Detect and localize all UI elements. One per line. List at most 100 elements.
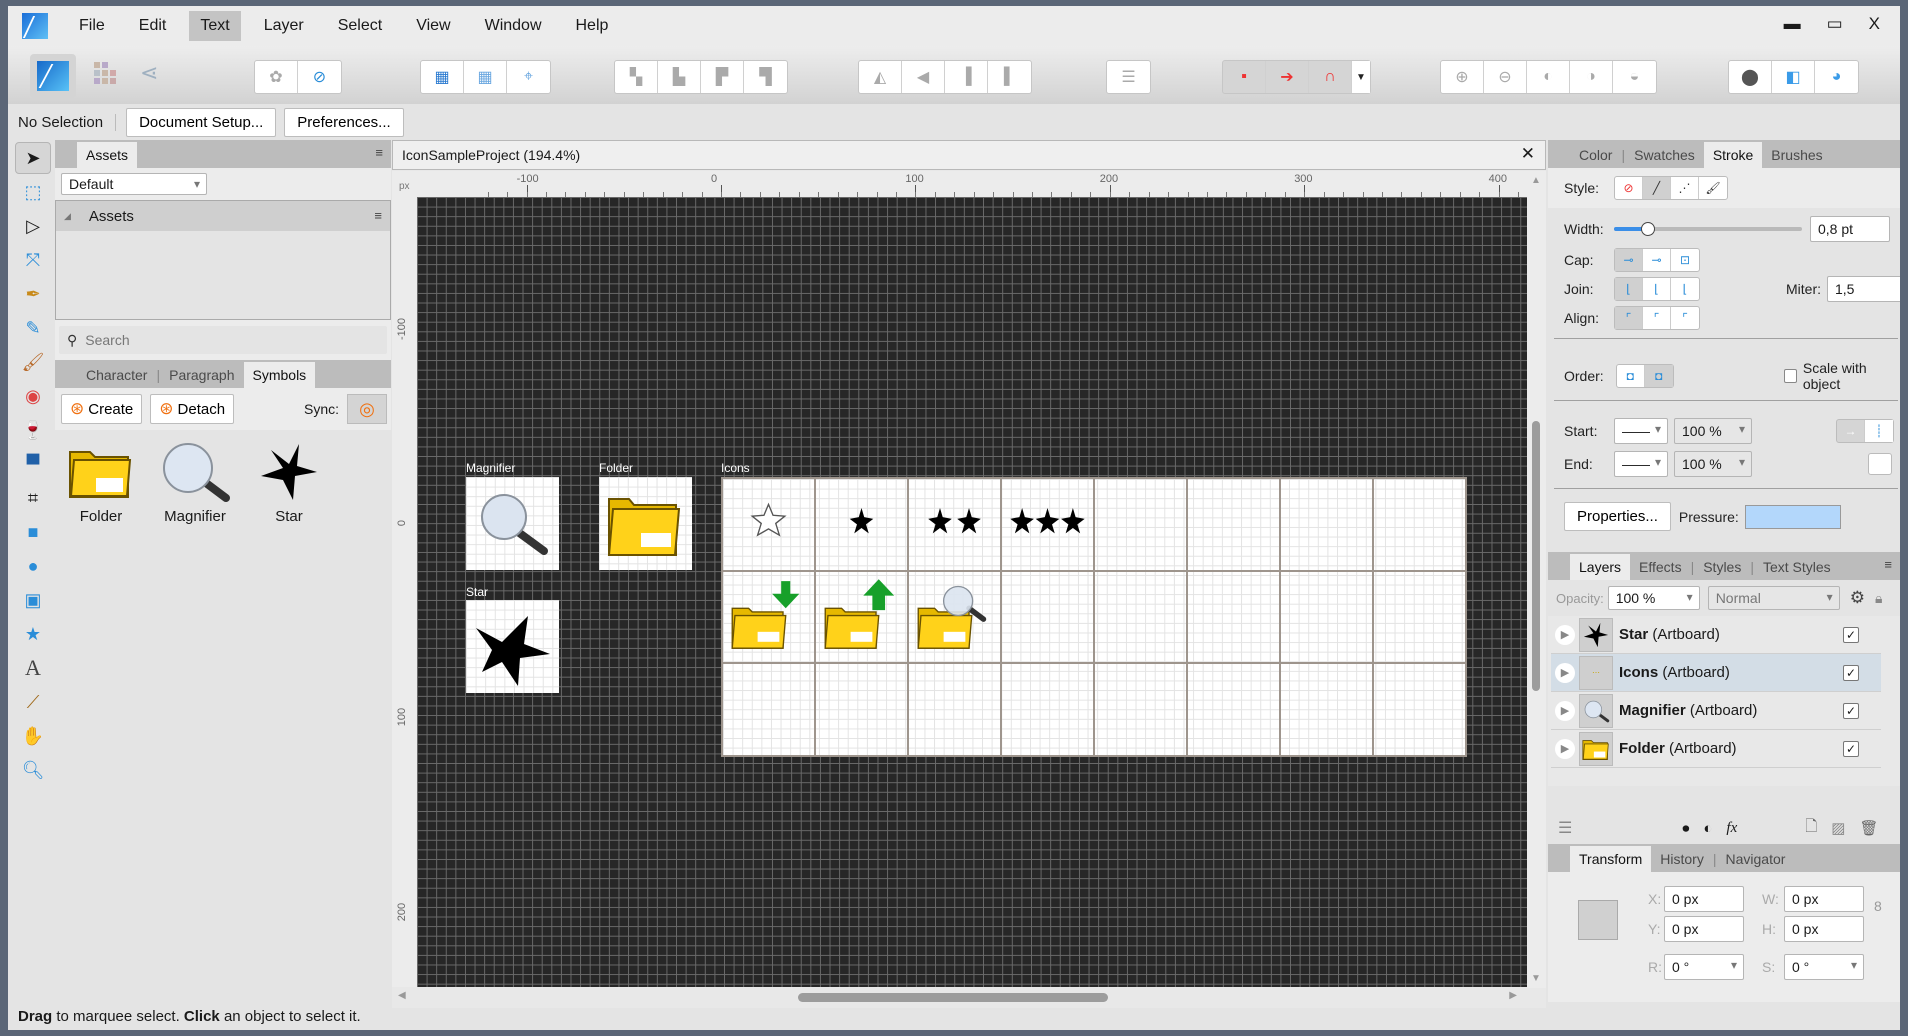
layer-row[interactable]: ▶ Magnifier (Artboard) ✓ (1551, 692, 1881, 730)
align-center-icon[interactable]: ⌜ (1643, 307, 1671, 329)
icon-cell[interactable] (1374, 479, 1467, 572)
icon-cell[interactable] (1095, 479, 1188, 572)
menu-window[interactable]: Window (474, 11, 553, 41)
designer-persona-button[interactable] (30, 54, 76, 98)
layer-row[interactable]: ▶ ⋯ Icons (Artboard) ✓ (1551, 654, 1881, 692)
vertical-scroll-thumb[interactable] (1532, 421, 1540, 691)
no-stroke-icon[interactable]: ⊘ (1615, 177, 1643, 199)
align-outside-icon[interactable]: ⌜ (1671, 307, 1699, 329)
isolate-icon[interactable]: ✿ (255, 61, 298, 93)
tab-swatches[interactable]: Swatches (1625, 142, 1704, 168)
width-slider[interactable] (1614, 222, 1802, 236)
insert-behind-icon[interactable]: ⬤ (1729, 61, 1772, 93)
width-input[interactable]: 0,8 pt (1810, 216, 1890, 242)
h-input[interactable]: 0 px (1784, 916, 1864, 942)
expand-layer-icon[interactable]: ▶ (1555, 738, 1575, 759)
tab-assets[interactable]: Assets (77, 142, 138, 168)
icon-cell[interactable] (1095, 571, 1188, 665)
link-icon[interactable]: 8 (1874, 898, 1882, 914)
layer-visibility-checkbox[interactable]: ✓ (1843, 740, 1859, 757)
tab-stroke[interactable]: Stroke (1703, 142, 1763, 168)
sync-toggle-button[interactable]: ◎ (347, 394, 387, 424)
icon-cell[interactable] (909, 479, 1002, 572)
preferences-button[interactable]: Preferences... (284, 107, 404, 137)
tab-transform[interactable]: Transform (1570, 846, 1652, 872)
tab-layers[interactable]: Layers (1570, 554, 1631, 580)
y-input[interactable]: 0 px (1664, 916, 1744, 942)
no-isolate-icon[interactable]: ⊘ (298, 61, 341, 93)
corner-tool-icon[interactable]: ⤧ (15, 244, 51, 276)
add-pixel-layer-icon[interactable]: ▨ (1831, 819, 1845, 837)
divide-boolean-icon[interactable]: ◒ (1613, 61, 1656, 93)
x-input[interactable]: 0 px (1664, 886, 1744, 912)
rotate-right-icon[interactable]: ▌ (988, 61, 1031, 93)
icon-cell[interactable] (1281, 479, 1374, 572)
snap-move-icon[interactable]: ➔ (1266, 61, 1309, 93)
bevel-join-icon[interactable]: ⌊ (1671, 278, 1699, 300)
icon-cell[interactable] (816, 664, 909, 757)
crop-tool-icon[interactable]: ⌗ (15, 482, 51, 514)
mask-icon[interactable]: ⏺ (1682, 820, 1689, 837)
snapping-magnet-icon[interactable]: ∩ (1309, 61, 1352, 93)
icon-cell[interactable] (1281, 571, 1374, 665)
snapping-options-dropdown[interactable]: ▼ (1352, 61, 1370, 93)
node-tool-icon[interactable]: ▷ (15, 210, 51, 242)
icon-cell[interactable] (1374, 664, 1467, 757)
minimize-button[interactable]: ▬ (1784, 14, 1801, 34)
icon-cell[interactable] (1188, 479, 1281, 572)
width-slider-handle[interactable] (1640, 222, 1655, 236)
artistic-text-tool-icon[interactable]: A (15, 652, 51, 684)
expand-layer-icon[interactable]: ▶ (1555, 662, 1575, 683)
artboard-folder[interactable] (599, 477, 692, 570)
menu-help[interactable]: Help (565, 11, 620, 41)
tab-text-styles[interactable]: Text Styles (1754, 554, 1840, 580)
detach-symbol-button[interactable]: ⊛ Detach (150, 394, 235, 424)
arrow-outside-icon[interactable]: ┊ (1865, 420, 1893, 442)
tab-paragraph[interactable]: Paragraph (160, 362, 243, 388)
icon-cell[interactable] (723, 479, 816, 572)
star-tool-icon[interactable]: ★ (15, 618, 51, 650)
pixel-persona-icon[interactable] (94, 62, 116, 84)
rounded-rectangle-tool-icon[interactable]: ▣ (15, 584, 51, 616)
artboard-tool-icon[interactable]: ⬚ (15, 176, 51, 208)
ellipse-tool-icon[interactable]: ● (15, 550, 51, 582)
layer-visibility-checkbox[interactable]: ✓ (1843, 626, 1859, 643)
symbol-star[interactable]: Star (251, 442, 327, 525)
icon-cell[interactable] (1188, 571, 1281, 665)
collapse-triangle-icon[interactable]: ◢ (64, 211, 71, 222)
fill-tool-icon[interactable]: ◉ (15, 380, 51, 412)
horizontal-scroll-thumb[interactable] (798, 993, 1108, 1002)
menu-select[interactable]: Select (327, 11, 393, 41)
layer-row[interactable]: ▶ Star (Artboard) ✓ (1551, 616, 1881, 654)
pencil-tool-icon[interactable]: ✎ (15, 312, 51, 344)
icon-cell[interactable] (1095, 664, 1188, 757)
menu-file[interactable]: File (68, 11, 116, 41)
icon-cell[interactable] (1002, 664, 1095, 757)
vector-brush-tool-icon[interactable]: 🖌 (15, 346, 51, 378)
properties-button[interactable]: Properties... (1564, 502, 1671, 531)
icon-cell[interactable] (1002, 479, 1095, 572)
move-to-back-icon[interactable]: ▚ (615, 61, 658, 93)
align-icon[interactable]: ☰ (1107, 61, 1150, 93)
artboard-icons[interactable] (721, 477, 1467, 757)
flip-vertical-icon[interactable]: ◀ (902, 61, 945, 93)
stroke-front-fill-icon[interactable]: ◘ (1644, 365, 1673, 387)
flip-horizontal-icon[interactable]: ◭ (859, 61, 902, 93)
color-picker-tool-icon[interactable]: ⟋ (15, 686, 51, 718)
gear-icon[interactable]: ⚙ (1850, 588, 1865, 608)
hide-selection-box-icon[interactable]: ▦ (464, 61, 507, 93)
layer-visibility-checkbox[interactable]: ✓ (1843, 664, 1859, 681)
anchor-selector[interactable] (1578, 900, 1618, 940)
expand-layer-icon[interactable]: ▶ (1555, 700, 1575, 721)
vertical-scrollbar[interactable]: ▲ ▼ (1527, 171, 1546, 988)
close-document-icon[interactable]: ✕ (1521, 144, 1535, 164)
icon-cell[interactable] (816, 479, 909, 572)
tab-character[interactable]: Character (77, 362, 156, 388)
maximize-button[interactable]: ▭ (1827, 14, 1843, 34)
transparency-tool-icon[interactable]: 🍷 (15, 414, 51, 446)
texture-brush-icon[interactable]: 🖌 (1699, 177, 1727, 199)
arrow-inside-icon[interactable]: → (1837, 420, 1865, 442)
swap-arrowheads-button[interactable] (1868, 453, 1892, 475)
subtract-boolean-icon[interactable]: ⊖ (1484, 61, 1527, 93)
blend-mode-select[interactable]: Normal (1707, 586, 1840, 610)
